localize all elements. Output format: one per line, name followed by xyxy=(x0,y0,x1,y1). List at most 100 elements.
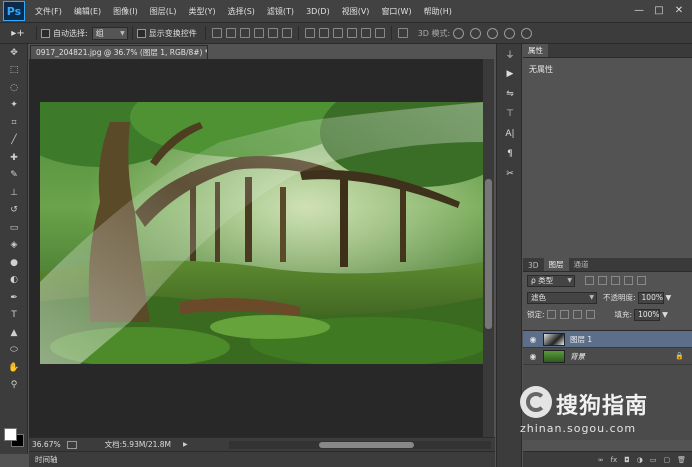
hand-tool-icon[interactable]: ✋ xyxy=(0,359,28,377)
tab-layers[interactable]: 图层 xyxy=(543,258,569,271)
3d-rotate-icon[interactable] xyxy=(453,27,465,39)
brush-tool-icon[interactable]: ✎ xyxy=(0,167,28,185)
lasso-tool-icon[interactable]: ◌ xyxy=(0,79,28,97)
pen-tool-icon[interactable]: ✒ xyxy=(0,289,28,307)
tool-presets-panel-icon[interactable]: ⊤ xyxy=(497,104,523,124)
actions-panel-icon[interactable]: ▶ xyxy=(497,64,523,84)
foreground-color-swatch[interactable] xyxy=(4,428,17,441)
trash-icon[interactable]: 🗑 xyxy=(677,456,686,464)
distribute-left-icon[interactable] xyxy=(346,28,357,38)
timeline-label[interactable]: 时间轴 xyxy=(35,454,58,465)
timeline-bar[interactable]: 时间轴 xyxy=(29,451,495,467)
filter-adjustment-icon[interactable] xyxy=(598,276,607,285)
opacity-input[interactable]: 100% xyxy=(637,291,664,304)
align-bottom-icon[interactable] xyxy=(239,28,250,38)
forest-image-canvas[interactable] xyxy=(40,102,484,364)
group-icon[interactable]: ▭ xyxy=(650,456,657,464)
paint-bucket-tool-icon[interactable]: ◈ xyxy=(0,237,28,255)
path-selection-tool-icon[interactable]: ▲ xyxy=(0,324,28,342)
dodge-tool-icon[interactable]: ◐ xyxy=(0,272,28,290)
align-left-icon[interactable] xyxy=(253,28,264,38)
document-tab[interactable]: 0917_204821.jpg @ 36.7% (图层 1, RGB/8#) *… xyxy=(30,45,208,59)
move-tool-preset-icon[interactable]: ▸+ xyxy=(4,25,32,41)
align-vcenter-icon[interactable] xyxy=(225,28,236,38)
3d-pan-icon[interactable] xyxy=(487,27,499,39)
status-export-icon[interactable] xyxy=(66,440,77,449)
layer-row[interactable]: ◉ 背景 🔒 xyxy=(523,348,692,365)
zoom-tool-icon[interactable]: ⚲ xyxy=(0,377,28,395)
eye-icon[interactable]: ◉ xyxy=(523,352,543,361)
fx-icon[interactable]: fx xyxy=(611,456,618,464)
menu-filter[interactable]: 滤镜(T) xyxy=(261,6,300,17)
zoom-level[interactable]: 36.67% xyxy=(32,440,61,449)
move-tool-icon[interactable]: ✥ xyxy=(0,44,28,62)
menu-file[interactable]: 文件(F) xyxy=(29,6,68,17)
lock-position-icon[interactable] xyxy=(572,310,582,319)
3d-roll-icon[interactable] xyxy=(470,27,482,39)
align-right-icon[interactable] xyxy=(281,28,292,38)
blend-mode-dropdown[interactable]: 滤色 ▼ xyxy=(527,291,597,304)
lock-pixels-icon[interactable] xyxy=(559,310,569,319)
layer-kind-filter[interactable]: ρ 类型 ▼ xyxy=(527,274,575,287)
layer-name[interactable]: 图层 1 xyxy=(570,334,592,345)
auto-select-checkbox[interactable] xyxy=(41,28,50,38)
menu-select[interactable]: 选择(S) xyxy=(222,6,261,17)
distribute-right-icon[interactable] xyxy=(374,28,385,38)
new-layer-icon[interactable]: ▢ xyxy=(663,456,670,464)
opacity-slider-arrow-icon[interactable]: ▼ xyxy=(666,293,672,302)
filter-pixel-icon[interactable] xyxy=(585,276,594,285)
status-menu-arrow-icon[interactable]: ▶ xyxy=(183,441,188,448)
menu-type[interactable]: 类型(Y) xyxy=(182,6,221,17)
eraser-tool-icon[interactable]: ▭ xyxy=(0,219,28,237)
adjustments-panel-icon[interactable]: ⇋ xyxy=(497,84,523,104)
align-hcenter-icon[interactable] xyxy=(267,28,278,38)
auto-select-dropdown[interactable]: 组 ▼ xyxy=(91,26,128,40)
layer-row[interactable]: ◉ 图层 1 xyxy=(523,331,692,348)
filter-shape-icon[interactable] xyxy=(624,276,633,285)
adjustment-icon[interactable]: ◑ xyxy=(637,456,643,464)
show-transform-checkbox[interactable] xyxy=(136,28,146,38)
menu-image[interactable]: 图像(I) xyxy=(107,6,144,17)
filter-type-icon[interactable] xyxy=(611,276,620,285)
eye-icon[interactable]: ◉ xyxy=(523,335,543,344)
paragraph-panel-icon[interactable]: ¶ xyxy=(497,144,523,164)
shape-tool-icon[interactable]: ⬭ xyxy=(0,342,28,360)
brush-presets-panel-icon[interactable]: ✂ xyxy=(497,164,523,184)
vertical-scroll-thumb[interactable] xyxy=(485,179,492,329)
healing-brush-tool-icon[interactable]: ✚ xyxy=(0,149,28,167)
distribute-top-icon[interactable] xyxy=(304,28,315,38)
tab-properties[interactable]: 属性 xyxy=(523,44,548,57)
menu-edit[interactable]: 编辑(E) xyxy=(68,6,107,17)
distribute-vcenter-icon[interactable] xyxy=(318,28,329,38)
close-button[interactable]: ✕ xyxy=(670,2,688,18)
horizontal-scrollbar[interactable] xyxy=(229,441,491,449)
horizontal-scroll-thumb[interactable] xyxy=(319,442,414,448)
link-icon[interactable]: ∞ xyxy=(598,456,604,464)
blur-tool-icon[interactable]: ● xyxy=(0,254,28,272)
history-panel-icon[interactable]: ⏚ xyxy=(497,44,523,64)
menu-help[interactable]: 帮助(H) xyxy=(418,6,458,17)
vertical-scrollbar[interactable] xyxy=(483,59,494,437)
clone-stamp-tool-icon[interactable]: ⊥ xyxy=(0,184,28,202)
menu-layer[interactable]: 图层(L) xyxy=(144,6,183,17)
menu-3d[interactable]: 3D(D) xyxy=(300,7,336,16)
maximize-button[interactable]: □ xyxy=(650,2,668,18)
fill-input[interactable]: 100% xyxy=(634,308,661,321)
tab-3d[interactable]: 3D xyxy=(523,260,544,271)
character-panel-icon[interactable]: A| xyxy=(497,124,523,144)
menu-window[interactable]: 窗口(W) xyxy=(375,6,417,17)
3d-scale-icon[interactable] xyxy=(521,27,533,39)
marquee-tool-icon[interactable]: ⬚ xyxy=(0,62,28,80)
document-canvas-area[interactable] xyxy=(29,59,484,437)
eyedropper-tool-icon[interactable]: ╱ xyxy=(0,132,28,150)
layer-name[interactable]: 背景 xyxy=(570,351,585,362)
mask-icon[interactable]: ◘ xyxy=(624,456,630,464)
3d-slide-icon[interactable] xyxy=(504,27,516,39)
type-tool-icon[interactable]: T xyxy=(0,307,28,325)
distribute-bottom-icon[interactable] xyxy=(332,28,343,38)
lock-transparency-icon[interactable] xyxy=(546,310,556,319)
align-top-icon[interactable] xyxy=(211,28,222,38)
crop-tool-icon[interactable]: ⌗ xyxy=(0,114,28,132)
auto-align-icon[interactable] xyxy=(397,28,408,38)
filter-smart-object-icon[interactable] xyxy=(637,276,646,285)
